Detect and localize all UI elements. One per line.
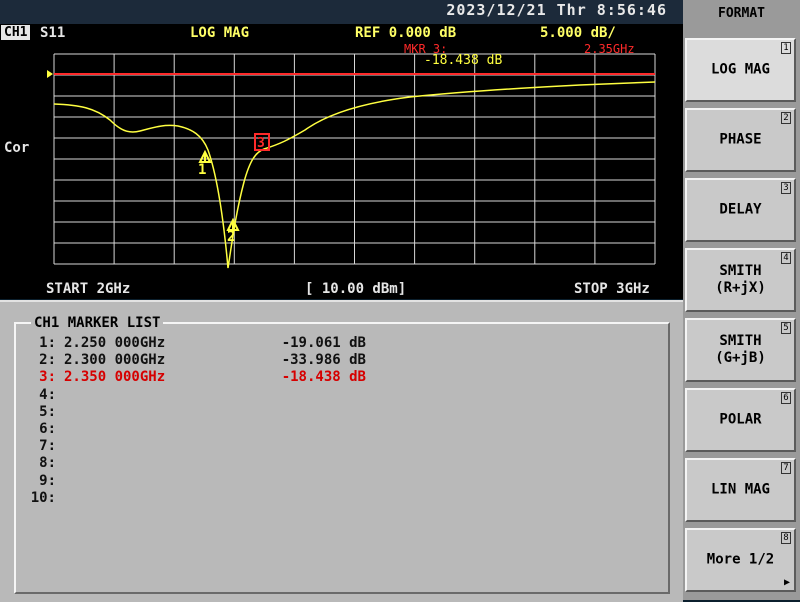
marker-list-row: 6:	[24, 421, 366, 438]
marker-list-title: CH1 MARKER LIST	[31, 315, 164, 331]
marker-list-row: 10:	[24, 490, 366, 507]
marker-number: 8:	[39, 455, 56, 472]
softkey-lin-mag[interactable]: LIN MAG 7	[685, 458, 796, 522]
channel-badge[interactable]: CH1	[1, 25, 31, 40]
datetime: 2023/12/21 Thr 8:56:46	[446, 1, 667, 19]
active-marker-freq: 2.35GHz	[584, 42, 635, 56]
softkey-index: 7	[781, 462, 791, 474]
softkey-index: 8	[781, 532, 791, 544]
marker-number: 1:	[39, 335, 56, 351]
marker-number: 2:	[39, 352, 56, 369]
marker-number: 5:	[39, 403, 56, 420]
softkey-label: LIN MAG	[710, 481, 770, 498]
start-frequency: START 2GHz	[46, 281, 131, 297]
channel-header: CH1 S11 LOG MAG REF 0.000 dB 5.000 dB/	[0, 24, 683, 42]
marker-frequency: 2.300 000GHz	[64, 352, 166, 369]
softkey-index: 2	[781, 112, 791, 124]
status-bar: 2023/12/21 Thr 8:56:46	[0, 0, 683, 24]
log-mag-plot: MKR 3: 2.35GHz -18.438 dB 1 2 3	[47, 42, 656, 269]
active-marker-value: -18.438 dB	[424, 53, 502, 68]
marker-3-label: 3	[257, 136, 265, 151]
format-label: LOG MAG	[190, 25, 250, 41]
marker-number: 10:	[30, 489, 56, 506]
marker-list-row: 5:	[24, 404, 366, 421]
softkey-phase[interactable]: PHASE 2	[685, 108, 796, 172]
reference-position-icon	[47, 70, 53, 78]
marker-number: 9:	[39, 472, 56, 489]
marker-number: 6:	[39, 421, 56, 437]
s-parameter: S11	[40, 25, 66, 41]
softkey-log-mag[interactable]: LOG MAG 1	[685, 38, 796, 102]
softkey-index: 4	[781, 252, 791, 264]
sweep-footer: START 2GHz [ 10.00 dBm] STOP 3GHz	[0, 279, 683, 299]
marker-frequency: 2.350 000GHz	[64, 369, 166, 386]
softkey-polar[interactable]: POLAR 6	[685, 388, 796, 452]
marker-list-panel: CH1 MARKER LIST 1: 2.250 000GHz -19.061 dB…	[0, 300, 683, 602]
softkey-label: PHASE	[719, 131, 762, 148]
softkey-menu: FORMAT LOG MAG 1 PHASE 2 DELAY 3 SMITH (R+jX) 4…	[683, 0, 800, 600]
softkey-label: POLAR	[719, 411, 762, 428]
softkey-label: LOG MAG	[710, 61, 770, 78]
marker-list-row: 1: 2.250 000GHz -19.061 dB	[24, 335, 366, 352]
marker-number: 7:	[39, 438, 56, 455]
softkey-label: DELAY	[719, 201, 762, 218]
marker-list-row: 4:	[24, 387, 366, 404]
trace-display: Cor MKR 3: 2.35GHz -18.438 dB 1 2 3	[0, 42, 683, 282]
reference-level: REF 0.000 dB	[355, 25, 457, 41]
marker-number: 4:	[39, 386, 56, 403]
softkey-label: SMITH (R+jX)	[715, 263, 766, 296]
marker-value: -18.438 dB	[281, 369, 366, 386]
softkey-delay[interactable]: DELAY 3	[685, 178, 796, 242]
menu-title: FORMAT	[718, 6, 765, 21]
source-power: [ 10.00 dBm]	[305, 281, 407, 297]
marker-1[interactable]: 1	[198, 149, 212, 178]
softkey-smith-g-jb[interactable]: SMITH (G+jB) 5	[685, 318, 796, 382]
softkey-label: SMITH (G+jB)	[715, 333, 766, 366]
marker-list-row: 8:	[24, 455, 366, 472]
softkey-label: More 1/2	[706, 551, 775, 568]
marker-value: -19.061 dB	[281, 335, 366, 351]
marker-2-label: 2	[227, 229, 235, 245]
softkey-more-1-2[interactable]: More 1/2 8 ▶	[685, 528, 796, 592]
stop-frequency: STOP 3GHz	[574, 281, 650, 297]
softkey-smith-r-jx[interactable]: SMITH (R+jX) 4	[685, 248, 796, 312]
marker-value: -33.986 dB	[281, 352, 366, 369]
marker-list-row: 3: 2.350 000GHz -18.438 dB	[24, 369, 366, 386]
marker-frequency: 2.250 000GHz	[64, 335, 166, 351]
marker-list-row: 2: 2.300 000GHz -33.986 dB	[24, 352, 366, 369]
scale-per-div: 5.000 dB/	[540, 25, 616, 41]
marker-list-row: 7:	[24, 438, 366, 455]
marker-number: 3:	[39, 369, 56, 386]
softkey-index: 3	[781, 182, 791, 194]
marker-list-row: 9:	[24, 473, 366, 490]
softkey-index: 1	[781, 42, 791, 54]
marker-2[interactable]: 2	[226, 217, 240, 245]
marker-1-label: 1	[198, 162, 206, 178]
softkey-index: 5	[781, 322, 791, 334]
softkey-index: 6	[781, 392, 791, 404]
next-page-arrow-icon: ▶	[783, 577, 790, 588]
